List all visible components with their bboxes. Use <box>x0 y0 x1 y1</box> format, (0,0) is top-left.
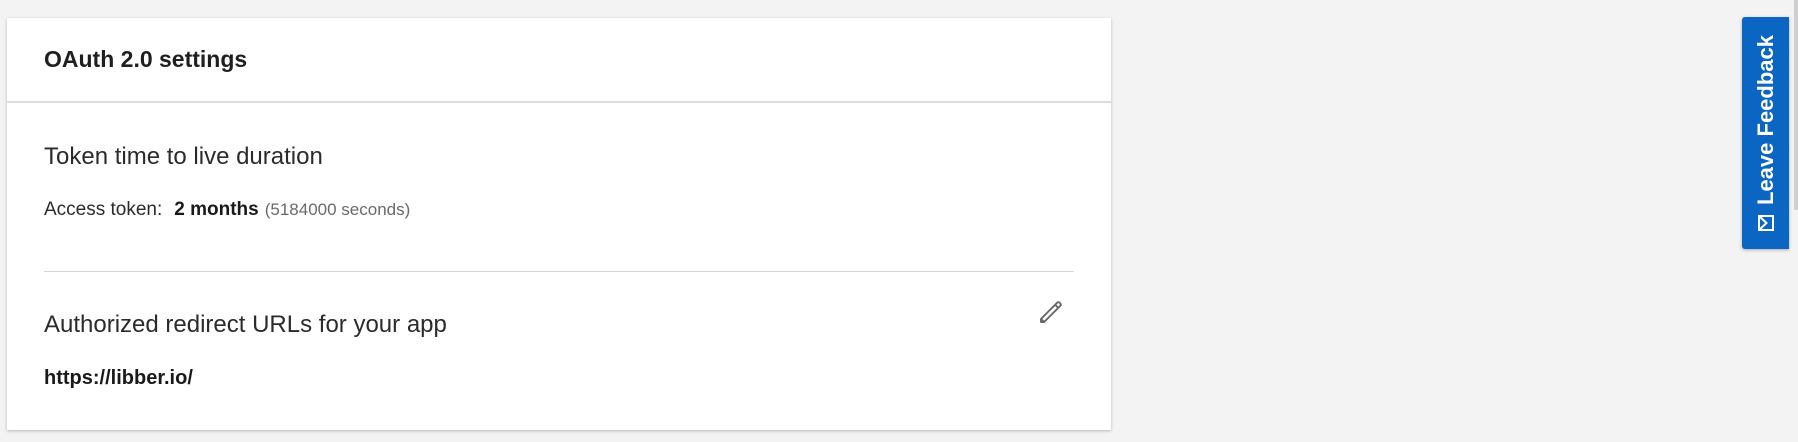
pencil-icon <box>1036 297 1066 332</box>
redirect-urls-title: Authorized redirect URLs for your app <box>44 311 447 338</box>
redirect-url-value: https://libber.io/ <box>44 367 193 389</box>
access-token-line: Access token: 2 months (5184000 seconds) <box>44 199 1074 221</box>
card-header: OAuth 2.0 settings <box>7 18 1111 103</box>
oauth-settings-card: OAuth 2.0 settings Token time to live du… <box>7 18 1111 430</box>
card-title: OAuth 2.0 settings <box>44 46 248 72</box>
scrollbar[interactable] <box>1794 0 1798 210</box>
token-ttl-title: Token time to live duration <box>44 143 323 170</box>
feedback-content: Leave Feedback <box>1753 35 1779 231</box>
redirect-urls-section: Authorized redirect URLs for your app ht… <box>44 311 1074 390</box>
leave-feedback-button[interactable]: Leave Feedback <box>1742 17 1789 249</box>
feedback-icon <box>1757 214 1774 231</box>
access-token-value: 2 months <box>174 199 259 220</box>
access-token-label: Access token: <box>44 199 163 220</box>
feedback-label: Leave Feedback <box>1752 35 1778 205</box>
edit-redirect-urls-button[interactable] <box>1033 296 1069 332</box>
access-token-seconds: (5184000 seconds) <box>264 200 411 219</box>
token-ttl-section: Token time to live duration Access token… <box>44 143 1074 221</box>
section-divider <box>44 271 1074 272</box>
